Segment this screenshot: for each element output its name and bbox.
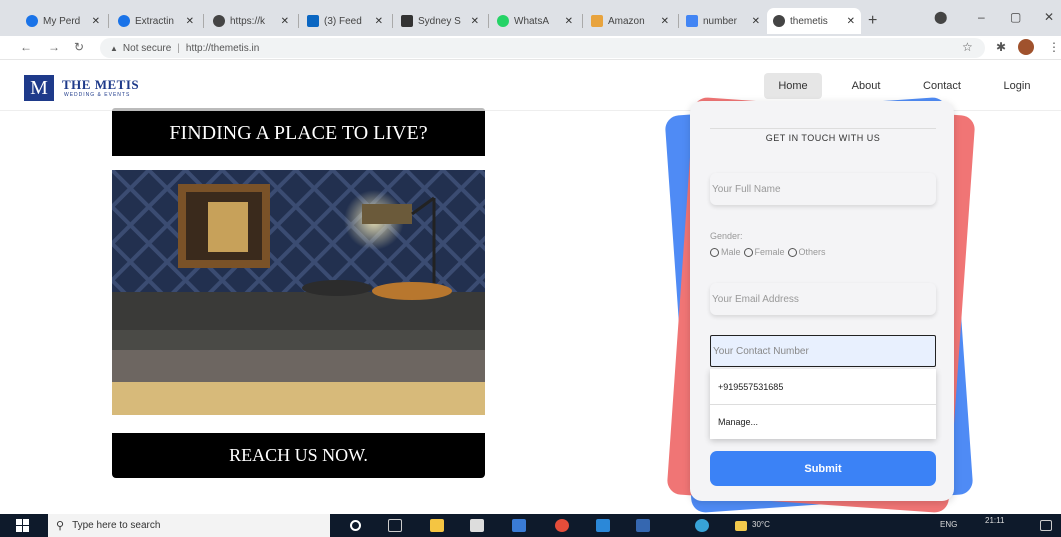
nav-login[interactable]: Login: [990, 73, 1044, 99]
help-icon[interactable]: [695, 519, 709, 532]
weather-icon: [735, 521, 747, 531]
profile-avatar[interactable]: [1018, 39, 1034, 55]
url-separator: |: [177, 42, 180, 54]
autofill-dropdown: +919557531685 Manage...: [710, 369, 936, 439]
close-icon[interactable]: ✕: [281, 16, 289, 27]
gender-options: Male Female Others: [710, 247, 826, 257]
chrome-icon[interactable]: [555, 519, 569, 532]
favicon-icon: [307, 15, 319, 27]
task-view-icon[interactable]: [388, 519, 402, 532]
app-icon[interactable]: [512, 519, 526, 532]
menu-icon[interactable]: ⋮: [1048, 40, 1060, 54]
back-icon[interactable]: ←: [20, 40, 32, 54]
browser-tab[interactable]: (3) Feed ✕: [301, 8, 389, 34]
browser-tab[interactable]: Extractin ✕: [112, 8, 200, 34]
bedroom-image: [112, 170, 485, 415]
extension-icon[interactable]: ✱: [996, 40, 1006, 54]
browser-tab-active[interactable]: themetis ✕: [767, 8, 861, 34]
warning-icon: ▲: [110, 43, 118, 53]
reload-icon[interactable]: ↻: [74, 40, 84, 54]
bookmark-star-icon[interactable]: ☆: [962, 40, 973, 54]
vscode-icon[interactable]: [596, 519, 610, 532]
email-field[interactable]: Your Email Address: [710, 283, 936, 315]
favicon-icon: [401, 15, 413, 27]
others-radio[interactable]: [787, 247, 797, 257]
nav-home[interactable]: Home: [764, 73, 822, 99]
favicon-icon: [686, 15, 698, 27]
promo-heading: FINDING A PLACE TO LIVE?: [112, 108, 485, 156]
male-radio[interactable]: [710, 247, 719, 257]
submit-button[interactable]: Submit: [710, 451, 936, 486]
url-bar[interactable]: ▲ Not secure | http://themetis.in: [100, 38, 985, 58]
favicon-icon: [26, 15, 38, 27]
browser-tab[interactable]: number ✕: [680, 8, 766, 34]
form-title: GET IN TOUCH WITH US: [710, 128, 936, 143]
interior-photo: [112, 170, 485, 415]
store-icon[interactable]: [470, 519, 484, 532]
browser-tab[interactable]: My Perd ✕: [20, 8, 106, 34]
taskbar-search[interactable]: ⚲ Type here to search: [48, 514, 330, 537]
weather-temp[interactable]: 30°C: [752, 520, 770, 529]
close-icon[interactable]: ✕: [471, 16, 479, 27]
website-viewport: M THE METIS WEDDING & EVENTS Home About …: [0, 61, 1061, 514]
favicon-icon: [118, 15, 130, 27]
clock[interactable]: 21:11: [985, 516, 1004, 525]
taskbar: ⚲ Type here to search 30°C ENG 21:11: [0, 514, 1061, 537]
browser-tab[interactable]: https://k ✕: [207, 8, 295, 34]
new-tab-button[interactable]: +: [868, 12, 877, 30]
autofill-suggestion[interactable]: +919557531685: [710, 369, 936, 404]
search-icon: ⚲: [56, 520, 65, 532]
close-icon[interactable]: ✕: [186, 16, 194, 27]
female-radio[interactable]: [743, 247, 753, 257]
autofill-manage[interactable]: Manage...: [710, 404, 936, 439]
close-icon[interactable]: ✕: [565, 16, 573, 27]
windows-start-icon[interactable]: [16, 519, 29, 532]
browser-tab[interactable]: Sydney S ✕: [395, 8, 485, 34]
nav-contact[interactable]: Contact: [912, 73, 972, 99]
browser-tab[interactable]: WhatsA ✕: [491, 8, 579, 34]
promo-cta[interactable]: REACH US NOW.: [112, 433, 485, 478]
security-status[interactable]: Not secure: [123, 43, 171, 54]
file-explorer-icon[interactable]: [430, 519, 444, 532]
logo-text[interactable]: THE METIS: [62, 77, 139, 93]
gender-label: Gender:: [710, 231, 743, 241]
close-icon[interactable]: ✕: [847, 16, 855, 27]
full-name-field[interactable]: Your Full Name: [710, 173, 936, 205]
favicon-icon: [497, 15, 509, 27]
word-icon[interactable]: [636, 519, 650, 532]
contact-number-field[interactable]: Your Contact Number: [710, 335, 936, 367]
close-icon[interactable]: ✕: [375, 16, 383, 27]
notification-icon[interactable]: [1040, 520, 1052, 531]
contact-form: GET IN TOUCH WITH US Your Full Name Gend…: [690, 101, 954, 501]
favicon-icon: [213, 15, 225, 27]
address-bar-row: ← → ↻ ▲ Not secure | http://themetis.in …: [0, 36, 1061, 60]
promo-banner: FINDING A PLACE TO LIVE? REACH US NOW.: [112, 108, 485, 478]
logo-subtitle: WEDDING & EVENTS: [64, 92, 131, 98]
favicon-icon: [773, 15, 785, 27]
close-icon[interactable]: ✕: [92, 16, 100, 27]
favicon-icon: [591, 15, 603, 27]
browser-tab[interactable]: Amazon ✕: [585, 8, 675, 34]
logo-icon[interactable]: M: [24, 75, 54, 101]
url-text[interactable]: http://themetis.in: [186, 43, 259, 54]
language-indicator[interactable]: ENG: [940, 520, 957, 529]
forward-icon[interactable]: →: [48, 40, 60, 54]
close-window-button[interactable]: ✕: [1044, 10, 1054, 24]
close-icon[interactable]: ✕: [752, 16, 760, 27]
record-icon[interactable]: ⬤: [934, 10, 947, 24]
nav-about[interactable]: About: [840, 73, 892, 99]
minimize-button[interactable]: –: [978, 10, 985, 24]
close-icon[interactable]: ✕: [661, 16, 669, 27]
cortana-icon[interactable]: [350, 520, 361, 531]
browser-tab-bar: My Perd ✕ Extractin ✕ https://k ✕ (3) Feed ✕…: [0, 0, 1061, 36]
maximize-button[interactable]: ▢: [1010, 10, 1021, 24]
